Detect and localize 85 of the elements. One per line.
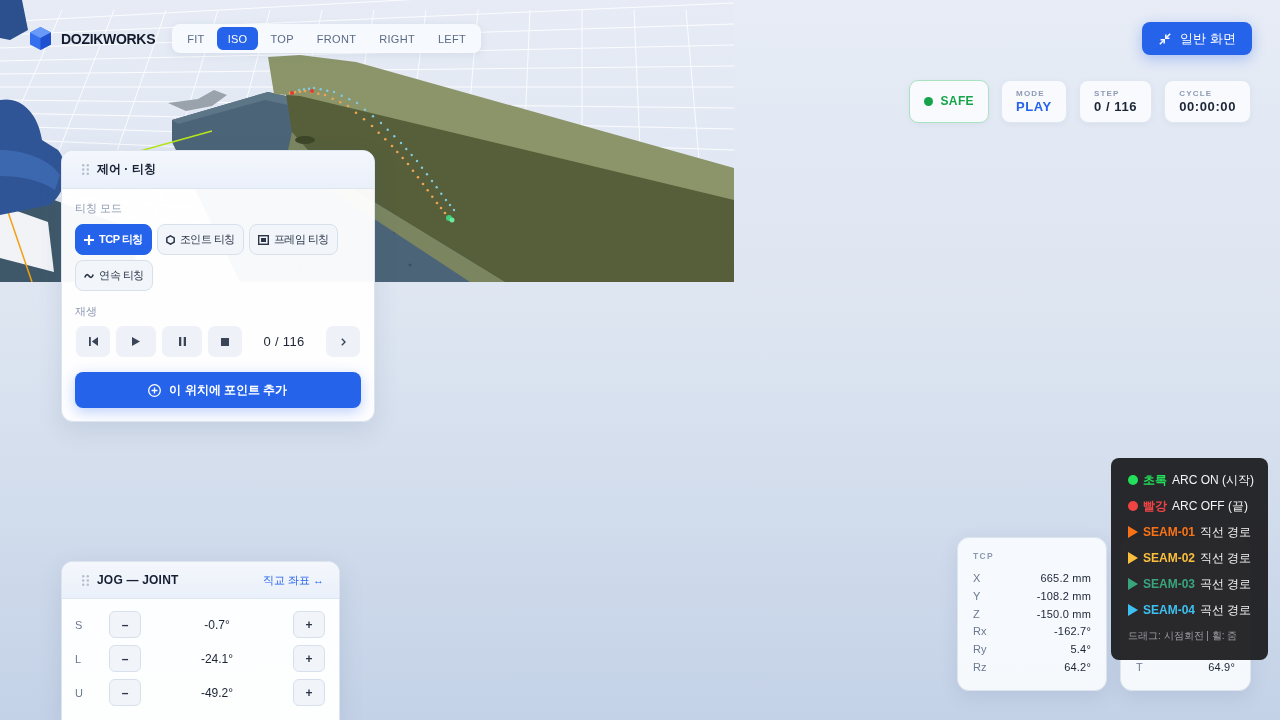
joint-angle-value: -0.7° — [203, 617, 231, 632]
normal-view-button[interactable]: 일반 화면 — [1142, 22, 1252, 55]
teach-mode-button[interactable]: TCP 티칭 — [75, 224, 152, 255]
joint-angle-value: -49.2° — [199, 685, 235, 700]
drag-handle-icon[interactable] — [82, 164, 89, 175]
readout-title: TCP — [973, 551, 995, 561]
drag-handle-icon[interactable] — [82, 574, 89, 586]
legend-label: 곡선 경로 — [1200, 601, 1252, 619]
play-icon — [132, 337, 140, 346]
mode-label: MODE — [1016, 89, 1046, 99]
axis-label: T — [1136, 661, 1143, 673]
circle-plus-icon — [148, 383, 162, 397]
axis-value: -150.0 mm — [1036, 607, 1091, 620]
axis-value: 665.2 mm — [1040, 571, 1091, 584]
axis-label: Rx — [973, 625, 987, 638]
wave-icon — [84, 272, 94, 279]
pause-button[interactable] — [162, 326, 202, 357]
axis-value: -162.7° — [1054, 625, 1091, 638]
legend-label: 직선 경로 — [1200, 549, 1252, 567]
play-button[interactable] — [116, 326, 156, 357]
skip-back-icon — [88, 337, 98, 346]
pause-icon — [178, 337, 186, 346]
counter-label: CYCLE — [1179, 89, 1214, 99]
legend-key: SEAM-02 — [1143, 551, 1195, 565]
axis-value: 64.2° — [1064, 661, 1091, 674]
joint-axis-label: L — [75, 652, 83, 665]
jog-minus-button[interactable]: – — [109, 611, 141, 638]
chevron-right-icon — [340, 337, 346, 346]
jog-plus-button[interactable]: + — [293, 679, 325, 706]
section-label: 티칭 모드 — [75, 201, 124, 215]
add-point-button[interactable]: 이 위치에 포인트 추가 — [75, 372, 361, 408]
counter-value: 0 / 116 — [1093, 99, 1138, 114]
status-dot-icon — [924, 97, 934, 106]
legend-key: 빨강 — [1143, 497, 1167, 515]
axis-label: X — [973, 571, 981, 584]
mode-value: PLAY — [1016, 99, 1052, 114]
jog-minus-button[interactable]: – — [109, 679, 141, 706]
skip-back-button[interactable] — [76, 326, 110, 357]
teach-mode-button[interactable]: 조인트 티칭 — [156, 224, 244, 255]
view-tab[interactable]: FRONT — [305, 27, 368, 50]
hexagon-icon — [165, 234, 175, 245]
cartesian-toggle-link[interactable]: 직교 좌표 ↔ — [262, 572, 324, 588]
view-tab[interactable]: ISO — [216, 27, 259, 50]
counter-value: 00:00:00 — [1179, 99, 1236, 114]
teach-mode-button[interactable]: 프레임 티칭 — [248, 224, 338, 255]
jog-minus-button[interactable]: – — [109, 645, 141, 672]
controls-hint: 드래그: 시점회전 | 휠: 줌 — [1128, 629, 1239, 643]
axis-label: Ry — [973, 643, 987, 656]
view-tab[interactable]: RIGHT — [368, 27, 426, 50]
axis-value: 64.9° — [1208, 661, 1235, 673]
legend-key: SEAM-01 — [1143, 525, 1195, 539]
joint-axis-label: S — [75, 618, 84, 631]
axis-value: -108.2 mm — [1036, 589, 1091, 602]
counter-label: STEP — [1093, 89, 1121, 99]
axis-label: Z — [973, 607, 980, 620]
view-tab[interactable]: LEFT — [426, 27, 478, 50]
shrink-arrows-icon — [1159, 32, 1172, 45]
safety-status: SAFE — [940, 94, 974, 109]
legend-label: 곡선 경로 — [1200, 575, 1252, 593]
step-counter: 0 / 116 — [262, 334, 306, 349]
stop-button[interactable] — [208, 326, 242, 357]
stop-icon — [221, 337, 229, 346]
legend-key: SEAM-04 — [1143, 603, 1195, 617]
legend-label: 직선 경로 — [1200, 523, 1252, 541]
view-tab[interactable]: TOP — [259, 27, 305, 50]
plus-icon — [84, 234, 94, 245]
legend-key: SEAM-03 — [1143, 577, 1195, 591]
brand-name: DOZIKWORKS — [61, 30, 156, 47]
legend-key: 초록 — [1143, 471, 1167, 489]
joint-angle-value: -24.1° — [199, 651, 235, 666]
jog-plus-button[interactable]: + — [293, 645, 325, 672]
panel-title: JOG — JOINT — [97, 573, 179, 587]
framed-square-icon — [257, 234, 269, 245]
legend-label: ARC ON (시작) — [1172, 471, 1254, 489]
axis-label: Rz — [973, 661, 987, 674]
axis-value: 5.4° — [1070, 643, 1091, 656]
legend-label: ARC OFF (끝) — [1172, 497, 1248, 515]
panel-title: 제어 · 티칭 — [97, 161, 156, 178]
jog-plus-button[interactable]: + — [293, 611, 325, 638]
view-tab[interactable]: FIT — [176, 27, 216, 50]
cube-icon — [30, 27, 51, 50]
axis-label: Y — [973, 589, 981, 602]
teach-mode-button[interactable]: 연속 티칭 — [75, 260, 153, 291]
section-label: 재생 — [75, 304, 98, 318]
joint-axis-label: U — [75, 686, 84, 699]
